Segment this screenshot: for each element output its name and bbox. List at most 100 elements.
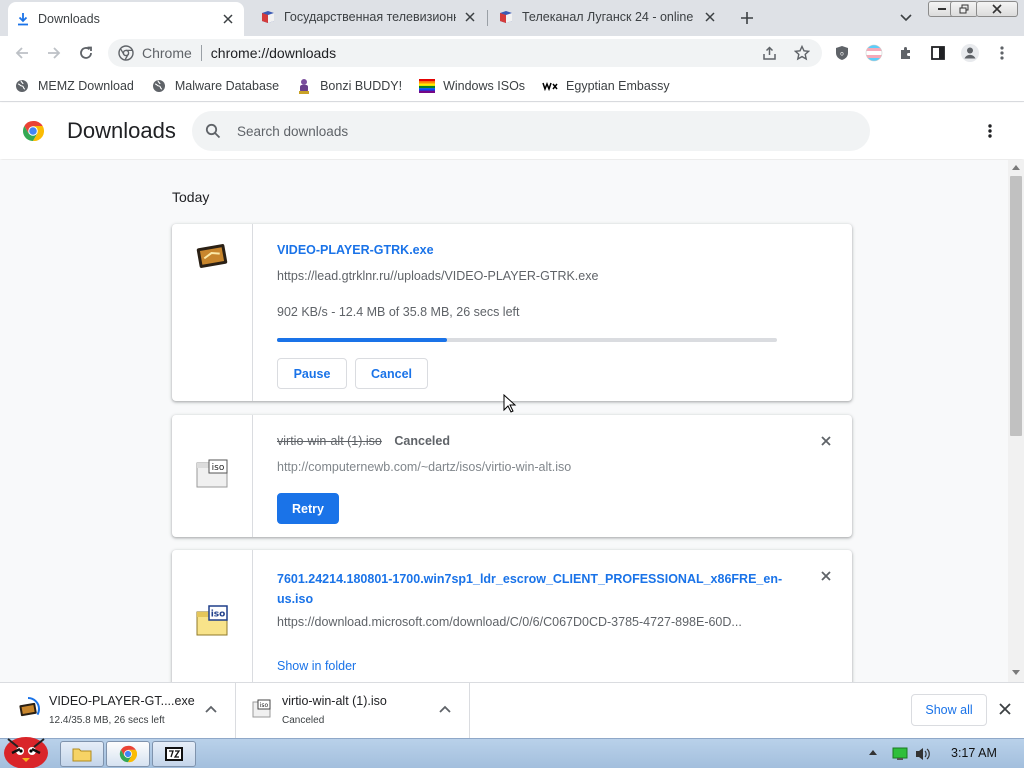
page-scrollbar[interactable] bbox=[1008, 160, 1024, 682]
chrome-menu-button[interactable] bbox=[988, 39, 1016, 67]
chevron-down-icon bbox=[900, 14, 912, 22]
search-downloads-bar[interactable]: Search downloads bbox=[192, 111, 870, 151]
download-filename-link[interactable]: VIDEO-PLAYER-GTRK.exe bbox=[277, 243, 434, 257]
shelf-item-video-player[interactable]: VIDEO-PLAYER-GT....exe 12.4/35.8 MB, 26 … bbox=[0, 683, 236, 739]
shelf-item-name: virtio-win-alt (1).iso bbox=[282, 694, 387, 708]
forward-arrow-icon bbox=[48, 47, 61, 59]
shelf-item-name: VIDEO-PLAYER-GT....exe bbox=[49, 694, 195, 708]
scroll-up-arrow-icon[interactable] bbox=[1012, 164, 1020, 170]
taskbar-7zip-button[interactable] bbox=[152, 741, 196, 767]
close-icon bbox=[821, 571, 831, 581]
close-tab-icon[interactable] bbox=[702, 9, 718, 25]
close-icon bbox=[821, 436, 831, 446]
bookmark-memz[interactable]: MEMZ Download bbox=[14, 78, 134, 94]
download-state-label: Canceled bbox=[394, 434, 450, 448]
download-source-url[interactable]: https://lead.gtrklnr.ru//uploads/VIDEO-P… bbox=[277, 269, 797, 283]
bookmark-label: Bonzi BUDDY! bbox=[320, 78, 403, 93]
ublock-extension-button[interactable]: o bbox=[828, 39, 856, 67]
globe-icon bbox=[14, 78, 30, 94]
taskbar-explorer-button[interactable] bbox=[60, 741, 104, 767]
plus-icon bbox=[741, 12, 753, 24]
share-button[interactable] bbox=[756, 39, 784, 67]
chrome-logo-icon bbox=[22, 120, 44, 142]
svg-text:o: o bbox=[840, 51, 844, 58]
close-shelf-button[interactable] bbox=[999, 703, 1011, 715]
omnibox[interactable]: Chrome chrome://downloads bbox=[108, 39, 822, 67]
scrollbar-thumb[interactable] bbox=[1010, 176, 1022, 436]
tab-title: Телеканал Луганск 24 - online bbox=[522, 10, 694, 24]
tab-gtrk[interactable]: Государственная телевизионна bbox=[252, 0, 486, 34]
omnibox-url[interactable]: chrome://downloads bbox=[211, 45, 336, 61]
side-panel-button[interactable] bbox=[924, 39, 952, 67]
forward-button[interactable] bbox=[40, 39, 68, 67]
search-input[interactable]: Search downloads bbox=[237, 124, 348, 139]
tab-downloads[interactable]: Downloads bbox=[8, 2, 244, 36]
close-tab-icon[interactable] bbox=[462, 9, 478, 25]
download-item-win7-iso: iso 7601.24214.180801-1700.win7sp1_ldr_e… bbox=[172, 550, 852, 682]
close-tab-icon[interactable] bbox=[220, 11, 236, 27]
taskbar-clock[interactable]: 3:17 AM bbox=[951, 746, 997, 760]
downloads-menu-button[interactable] bbox=[980, 121, 1000, 141]
taskbar: 3:17 AM bbox=[0, 737, 1024, 768]
chevron-up-icon[interactable] bbox=[205, 705, 217, 713]
download-icon bbox=[16, 12, 30, 26]
puzzle-icon bbox=[901, 47, 910, 59]
close-icon bbox=[999, 703, 1011, 715]
profile-button[interactable] bbox=[956, 39, 984, 67]
tab-title: Государственная телевизионна bbox=[284, 10, 456, 24]
shelf-item-virtio[interactable]: iso virtio-win-alt (1).iso Canceled bbox=[236, 683, 470, 739]
download-source-url[interactable]: http://computernewb.com/~dartz/isos/virt… bbox=[277, 460, 797, 474]
exe-file-icon bbox=[16, 697, 40, 721]
search-icon bbox=[205, 123, 221, 139]
retry-button[interactable]: Retry bbox=[277, 493, 339, 524]
iso-file-icon: iso bbox=[252, 699, 272, 719]
reload-button[interactable] bbox=[72, 39, 100, 67]
remove-from-list-button[interactable] bbox=[816, 566, 836, 586]
shield-icon: o bbox=[836, 46, 848, 60]
chrome-icon bbox=[119, 745, 137, 763]
new-tab-button[interactable] bbox=[736, 8, 758, 28]
extensions-button[interactable] bbox=[892, 39, 920, 67]
download-source-url[interactable]: https://download.microsoft.com/download/… bbox=[277, 615, 777, 629]
close-window-button[interactable] bbox=[976, 1, 1018, 17]
globe-icon bbox=[151, 78, 167, 94]
tab-lugansk[interactable]: Телеканал Луганск 24 - online bbox=[490, 0, 726, 34]
network-tray-icon[interactable] bbox=[892, 747, 908, 761]
gtrk-favicon bbox=[260, 10, 276, 24]
back-arrow-icon bbox=[15, 47, 28, 59]
pause-button[interactable]: Pause bbox=[277, 358, 347, 389]
bookmark-windows-isos[interactable]: Windows ISOs bbox=[419, 78, 525, 94]
flag-extension-button[interactable] bbox=[860, 39, 888, 67]
volume-tray-icon[interactable] bbox=[914, 746, 932, 762]
download-filename-link[interactable]: 7601.24214.180801-1700.win7sp1_ldr_escro… bbox=[277, 569, 797, 609]
rainbow-flag-icon bbox=[419, 78, 436, 94]
wix-icon bbox=[542, 78, 558, 94]
download-filename-line: us.iso bbox=[277, 592, 314, 606]
shelf-item-status: Canceled bbox=[282, 715, 325, 726]
tray-expand-icon[interactable] bbox=[868, 748, 878, 756]
shelf-item-status: 12.4/35.8 MB, 26 secs left bbox=[49, 715, 165, 726]
star-icon bbox=[794, 45, 810, 61]
bookmark-star-button[interactable] bbox=[788, 39, 816, 67]
show-in-folder-link[interactable]: Show in folder bbox=[277, 659, 356, 673]
bookmark-bonzi-buddy[interactable]: Bonzi BUDDY! bbox=[296, 78, 402, 94]
scroll-down-arrow-icon[interactable] bbox=[1012, 670, 1020, 676]
restore-button[interactable] bbox=[950, 1, 978, 17]
taskbar-chrome-button[interactable] bbox=[106, 741, 150, 767]
bookmark-label: Malware Database bbox=[174, 78, 280, 93]
show-all-button[interactable]: Show all bbox=[911, 694, 987, 726]
back-button[interactable] bbox=[8, 39, 36, 67]
tab-search-button[interactable] bbox=[896, 8, 916, 28]
cancel-button[interactable]: Cancel bbox=[355, 358, 428, 389]
remove-from-list-button[interactable] bbox=[816, 431, 836, 451]
toolbar: Chrome chrome://downloads o bbox=[0, 36, 1024, 70]
download-item-video-player: VIDEO-PLAYER-GTRK.exe https://lead.gtrkl… bbox=[172, 224, 852, 401]
chevron-up-icon[interactable] bbox=[439, 705, 451, 713]
angry-bird-start-icon[interactable] bbox=[0, 733, 52, 768]
close-icon bbox=[992, 4, 1002, 14]
download-shelf: VIDEO-PLAYER-GT....exe 12.4/35.8 MB, 26 … bbox=[0, 682, 1024, 739]
bookmark-egyptian-embassy[interactable]: Egyptian Embassy bbox=[542, 78, 670, 94]
mouse-cursor-icon bbox=[503, 394, 517, 414]
bookmarks-bar: MEMZ Download Malware Database Bonzi BUD… bbox=[0, 70, 1024, 102]
bookmark-malware-database[interactable]: Malware Database bbox=[151, 78, 279, 94]
